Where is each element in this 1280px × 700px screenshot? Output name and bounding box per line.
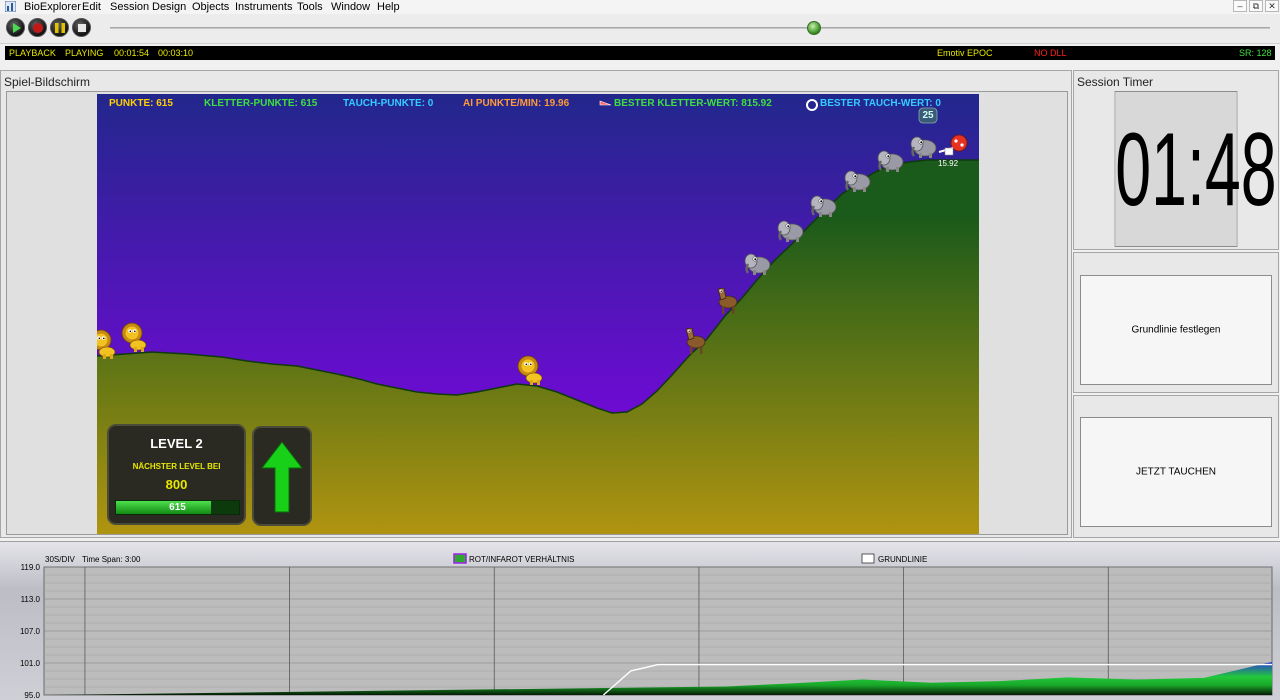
hud-climb-points: KLETTER-PUNKTE: 615 — [204, 98, 318, 109]
menu-design[interactable]: Design — [152, 0, 186, 14]
baseline-panel: Grundlinie festlegen — [1073, 252, 1279, 393]
menu-edit[interactable]: Edit — [82, 0, 101, 14]
menu-objects[interactable]: Objects — [192, 0, 229, 14]
app-icon — [5, 1, 16, 12]
seek-track[interactable] — [110, 27, 1270, 29]
menu-help[interactable]: Help — [377, 0, 400, 14]
status-elapsed: 00:01:54 — [114, 48, 150, 58]
play-button[interactable] — [6, 18, 25, 37]
stop-icon — [78, 24, 86, 32]
badge-number: 25 — [922, 110, 934, 121]
record-button[interactable] — [28, 18, 47, 37]
menu-bar: BioExplorer Edit Session Design Objects … — [0, 0, 1280, 14]
dive-now-button[interactable]: JETZT TAUCHEN — [1080, 417, 1272, 527]
status-total: 00:03:10 — [158, 48, 194, 58]
ratio-chart-panel: 119.0 113.0 107.0 101.0 95.0 30S/DIV Time Sp… — [0, 541, 1280, 700]
transport-toolbar — [0, 14, 1280, 44]
status-mode: PLAYBACK — [9, 48, 56, 58]
status-dll: NO DLL — [1034, 48, 1067, 58]
time-span: Time Span: 3:00 — [82, 555, 141, 564]
legend-swatch-ratio — [453, 553, 467, 564]
player-value: 15.92 — [938, 159, 959, 168]
seek-slider-thumb[interactable] — [807, 21, 822, 35]
level-card: LEVEL 2 NÄCHSTER LEVEL BEI 800 615 — [107, 424, 246, 525]
y-tick-label: 95.0 — [24, 691, 40, 700]
menu-window[interactable]: Window — [331, 0, 370, 14]
menu-session[interactable]: Session — [110, 0, 149, 14]
minimize-icon[interactable]: – — [1233, 0, 1247, 12]
pause-icon — [55, 23, 65, 33]
y-tick-label: 119.0 — [21, 563, 41, 572]
bioexplorer-window: BioExplorer Edit Session Design Objects … — [0, 0, 1280, 700]
dive-now-label: JETZT TAUCHEN — [1135, 466, 1216, 478]
game-panel-title: Spiel-Bildschirm — [4, 75, 91, 89]
set-baseline-button[interactable]: Grundlinie festlegen — [1080, 275, 1272, 385]
up-arrow-icon — [260, 441, 304, 513]
y-tick-label: 113.0 — [21, 595, 41, 604]
hud-best-dive: BESTER TAUCH-WERT: 0 — [820, 98, 941, 109]
hud-points: PUNKTE: 615 — [109, 98, 173, 109]
timer-panel-title: Session Timer — [1077, 75, 1154, 89]
next-level-value: 800 — [165, 477, 188, 492]
status-strip: PLAYBACK PLAYING 00:01:54 00:03:10 Emoti… — [5, 46, 1275, 60]
next-level-label: NÄCHSTER LEVEL BEI — [132, 462, 221, 471]
y-tick-labels: 119.0 113.0 107.0 101.0 95.0 — [20, 563, 41, 700]
hud-ai-rate: AI PUNKTE/MIN: 19.96 — [463, 98, 570, 109]
pause-button[interactable] — [50, 18, 69, 37]
restore-icon[interactable]: ⧉ — [1249, 0, 1263, 12]
stop-button[interactable] — [72, 18, 91, 37]
status-sample-rate: SR: 128 — [1239, 48, 1272, 58]
game-canvas[interactable]: PUNKTE: 615 KLETTER-PUNKTE: 615 TAUCH-PU… — [97, 94, 979, 534]
game-frame: PUNKTE: 615 KLETTER-PUNKTE: 615 TAUCH-PU… — [6, 91, 1068, 535]
status-device: Emotiv EPOC — [937, 48, 993, 58]
status-state: PLAYING — [65, 48, 104, 58]
direction-card — [252, 426, 312, 526]
session-timer-panel: Session Timer 01:48 — [1073, 70, 1279, 250]
menu-instruments[interactable]: Instruments — [235, 0, 292, 14]
y-tick-label: 107.0 — [20, 627, 41, 636]
hud-best-climb: BESTER KLETTER-WERT: 815.92 — [614, 98, 772, 109]
game-screen-panel: Spiel-Bildschirm PUNKTE: 615 KLETTER-PUN… — [0, 70, 1072, 538]
dive-panel: JETZT TAUCHEN — [1073, 395, 1279, 538]
level-title: LEVEL 2 — [150, 436, 203, 451]
level-progress-text: 615 — [169, 502, 186, 513]
y-tick-label: 101.0 — [20, 659, 41, 668]
time-per-div: 30S/DIV — [45, 555, 75, 564]
legend-swatch-baseline — [861, 553, 875, 564]
legend-label-baseline: GRUNDLINIE — [878, 555, 927, 564]
level-progress-bar: 615 — [115, 500, 240, 515]
set-baseline-label: Grundlinie festlegen — [1131, 324, 1221, 336]
legend-label-ratio: ROT/INFAROT VERHÄLTNIS — [469, 555, 575, 564]
hud-dive-points: TAUCH-PUNKTE: 0 — [343, 98, 434, 109]
ratio-chart: 119.0 113.0 107.0 101.0 95.0 30S/DIV Time Sp… — [20, 553, 1273, 700]
menu-tools[interactable]: Tools — [297, 0, 323, 14]
play-icon — [13, 23, 21, 33]
menu-bioexplorer[interactable]: BioExplorer — [24, 0, 81, 14]
session-timer-display: 01:48 — [1114, 91, 1277, 247]
record-icon — [33, 23, 43, 33]
close-icon[interactable]: ✕ — [1265, 0, 1279, 12]
